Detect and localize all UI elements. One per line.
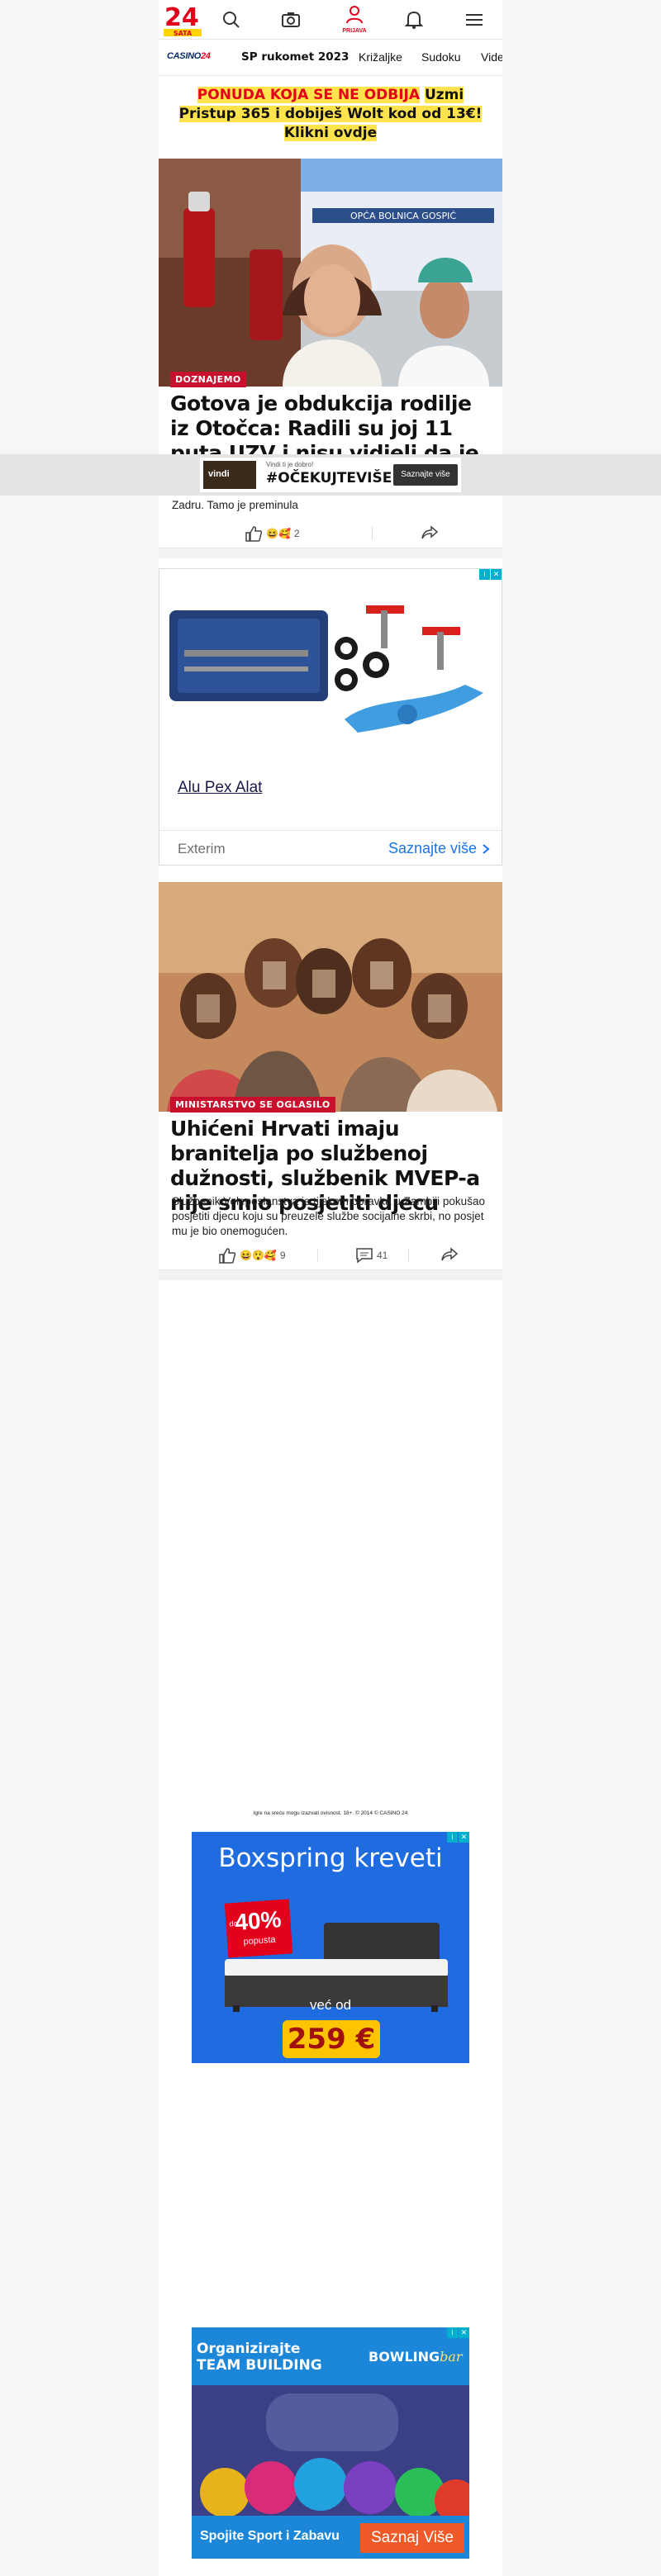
bell-icon[interactable] bbox=[402, 8, 426, 31]
ad-info-icon: i bbox=[447, 1832, 458, 1843]
article-image[interactable]: OPĆA BOLNICA GOSPIĆ bbox=[159, 159, 502, 387]
discount-badge: do 40% popusta bbox=[224, 1899, 293, 1958]
price-prefix: već od bbox=[309, 1997, 352, 2013]
share-button[interactable] bbox=[441, 1247, 458, 1262]
sticky-ad-small-text: Vindi ti je dobro! bbox=[266, 461, 314, 468]
section-separator bbox=[159, 1270, 502, 1280]
article-lead: Službenik Veleposlanstva je tijekom bora… bbox=[172, 1195, 485, 1237]
actions-divider bbox=[317, 1249, 318, 1262]
search-icon[interactable] bbox=[220, 8, 243, 31]
sticky-ad-hashtag: #OČEKUJTEVIŠE bbox=[266, 470, 392, 486]
ad-headline-link[interactable]: Alu Pex Alat bbox=[178, 779, 262, 797]
section-separator bbox=[159, 548, 502, 558]
ad-close-icon: ✕ bbox=[459, 2327, 469, 2338]
ad-advertiser: Exterim bbox=[178, 841, 226, 856]
like-button[interactable]: 😆😲🥰 9 bbox=[218, 1247, 286, 1264]
ad-footer: Spojite Sport i Zabavu Saznaj Više bbox=[192, 2516, 469, 2559]
ad-choices-badge[interactable]: i ✕ bbox=[479, 569, 502, 580]
comments-button[interactable]: 41 bbox=[355, 1247, 388, 1264]
promo-banner[interactable]: PONUDA KOJA SE NE ODBIJA Uzmi Pristup 36… bbox=[172, 86, 489, 143]
nav-item-video[interactable]: Video bbox=[481, 50, 502, 64]
nav-item-casino[interactable]: CASINO24 bbox=[167, 51, 211, 61]
comment-icon bbox=[356, 1248, 373, 1264]
share-icon bbox=[441, 1247, 458, 1261]
ad-close-icon: ✕ bbox=[491, 569, 502, 580]
article-actions: 😆😲🥰 9 41 bbox=[159, 1241, 502, 1270]
boxspring-ad[interactable]: i ✕ Boxspring kreveti do 40% popusta već … bbox=[192, 1832, 469, 2063]
sticky-ad-cta-button[interactable]: Saznajte više bbox=[393, 464, 458, 486]
site-header: 24 SATA PRIJAVA bbox=[159, 0, 502, 40]
ad-cta-button[interactable]: Saznaj Više bbox=[360, 2523, 464, 2553]
sticky-ad-content[interactable]: vindi Vindi ti je dobro! #OČEKUJTEVIŠE S… bbox=[200, 458, 461, 492]
ad-footer-text: Spojite Sport i Zabavu bbox=[200, 2529, 340, 2543]
article-lead: Zadru. Tamo je preminula bbox=[172, 499, 298, 511]
article-image[interactable] bbox=[159, 882, 502, 1112]
camera-icon[interactable] bbox=[279, 8, 302, 31]
user-icon[interactable] bbox=[343, 3, 366, 26]
logo-text: 24 bbox=[164, 3, 199, 32]
discount-prefix: do bbox=[229, 1919, 238, 1928]
actions-divider bbox=[372, 527, 373, 540]
reactions-count: 9 bbox=[279, 1250, 286, 1261]
product-ad[interactable]: i ✕ Alu Pex Alat Exterim Saznajte više bbox=[159, 568, 502, 866]
article-kicker: DOZNAJEMO bbox=[170, 372, 246, 387]
sticky-ad-banner[interactable]: vindi Vindi ti je dobro! #OČEKUJTEVIŠE S… bbox=[0, 454, 661, 496]
ad-info-icon: i bbox=[479, 569, 490, 580]
logo-sub: SATA bbox=[174, 30, 193, 37]
nav-item-sudoku[interactable]: Sudoku bbox=[421, 50, 460, 64]
page-column: 24 SATA PRIJAVA CASINO24 SP rukomet 2023… bbox=[159, 0, 502, 2576]
ad-choices-badge[interactable]: i ✕ bbox=[447, 2327, 469, 2338]
ad-cta-button[interactable]: Saznajte više bbox=[388, 840, 490, 857]
bowling-balls-image bbox=[192, 2385, 469, 2516]
section-nav: CASINO24 SP rukomet 2023 Križaljke Sudok… bbox=[159, 40, 502, 76]
thumbs-up-icon bbox=[219, 1248, 236, 1264]
comments-count: 41 bbox=[377, 1250, 388, 1261]
sticky-ad-image: vindi bbox=[203, 461, 256, 489]
ad-cta-label: Saznajte više bbox=[388, 840, 477, 856]
actions-divider bbox=[408, 1249, 409, 1262]
like-button[interactable]: 😆🥰 2 bbox=[245, 525, 300, 542]
ad-choices-badge[interactable]: i ✕ bbox=[447, 1832, 469, 1843]
article-kicker: MINISTARSTVO SE OGLASILO bbox=[170, 1097, 335, 1112]
ad-info-icon: i bbox=[447, 2327, 458, 2338]
ad-headline: Organizirajte TEAM BUILDING bbox=[197, 2341, 322, 2374]
site-logo[interactable]: 24 SATA bbox=[164, 2, 202, 37]
ad-footer: Exterim Saznajte više bbox=[159, 830, 502, 865]
nav-item-krizaljke[interactable]: Križaljke bbox=[359, 50, 402, 64]
login-label[interactable]: PRIJAVA bbox=[342, 28, 367, 34]
gambling-notice: Igre na sreću mogu izazvati ovisnost. 18… bbox=[253, 1810, 408, 1816]
ad-product-image bbox=[159, 581, 502, 746]
emoji-reactions: 😆🥰 bbox=[266, 528, 291, 539]
article-title[interactable]: Gotova je obdukcija rodilje iz Otočca: R… bbox=[170, 391, 492, 454]
reactions-count: 2 bbox=[293, 528, 300, 539]
chevron-right-icon bbox=[483, 843, 490, 854]
share-icon bbox=[421, 525, 438, 539]
hospital-sign-text: OPĆA BOLNICA GOSPIĆ bbox=[350, 211, 456, 221]
bowling-logo: BOWLINGbar bbox=[369, 2349, 463, 2365]
bowling-ad[interactable]: Organizirajte TEAM BUILDING BOWLINGbar i… bbox=[192, 2327, 469, 2559]
article-actions: 😆🥰 2 bbox=[159, 519, 502, 548]
menu-icon[interactable] bbox=[463, 8, 486, 31]
price-tag: 259 € bbox=[283, 2020, 380, 2058]
sticky-ad-brand: vindi bbox=[208, 469, 230, 479]
nav-item-sp-rukomet[interactable]: SP rukomet 2023 bbox=[241, 50, 349, 64]
ad-close-icon: ✕ bbox=[459, 1832, 469, 1843]
promo-highlight: PONUDA KOJA SE NE ODBIJA bbox=[197, 87, 421, 103]
emoji-reactions: 😆😲🥰 bbox=[240, 1250, 277, 1261]
thumbs-up-icon bbox=[245, 526, 263, 542]
ad-title: Boxspring kreveti bbox=[218, 1843, 443, 1873]
share-button[interactable] bbox=[421, 525, 438, 540]
ad-header: Organizirajte TEAM BUILDING BOWLINGbar bbox=[192, 2327, 469, 2385]
